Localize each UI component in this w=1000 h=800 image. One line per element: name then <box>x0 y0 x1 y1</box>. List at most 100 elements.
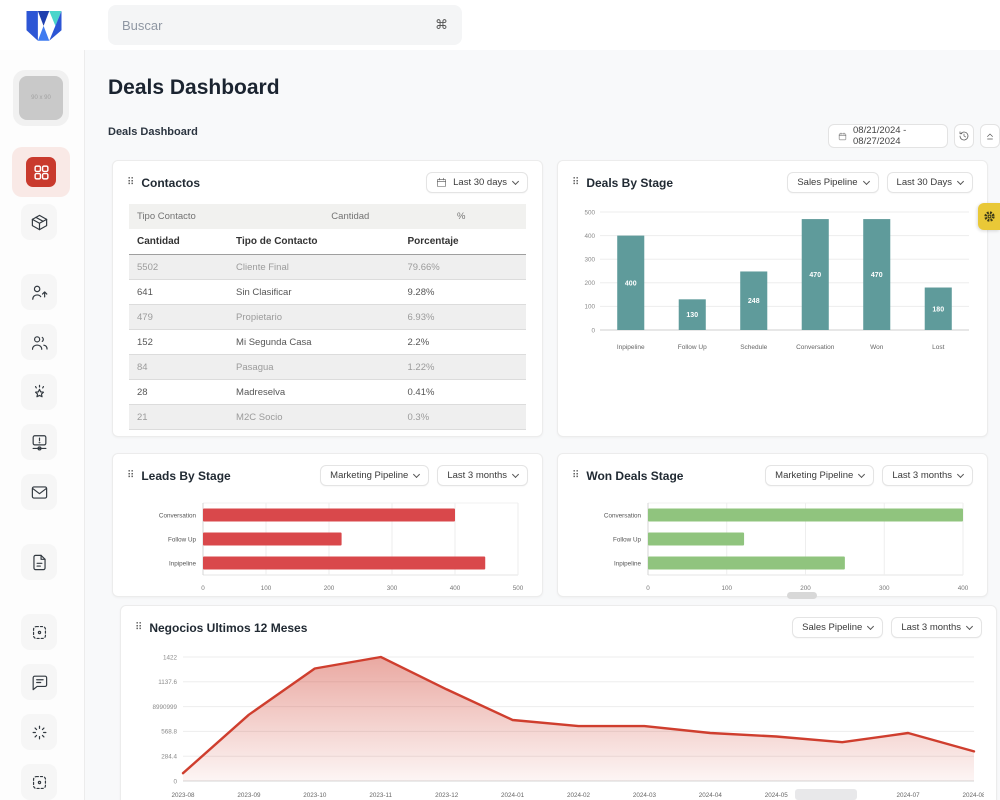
svg-text:2024-07: 2024-07 <box>897 792 921 799</box>
svg-text:470: 470 <box>871 272 883 279</box>
bar-conversation <box>203 509 455 522</box>
svg-text:2023-09: 2023-09 <box>237 792 261 799</box>
dropdown-label: Last 3 months <box>892 470 952 481</box>
panel-title: Deals By Stage <box>586 176 673 190</box>
sidebar-item-user-plus[interactable] <box>21 274 57 310</box>
sidebar-item-document[interactable] <box>21 544 57 580</box>
svg-text:400: 400 <box>584 233 595 240</box>
svg-text:2024-03: 2024-03 <box>633 792 657 799</box>
sidebar-item-scan-focus[interactable] <box>21 614 57 650</box>
settings-edge-button[interactable] <box>978 203 1000 230</box>
collapse-button[interactable] <box>980 124 1000 148</box>
svg-text:Lost: Lost <box>932 344 944 351</box>
deals-pipeline-dropdown[interactable]: Sales Pipeline <box>787 172 878 193</box>
won-period-dropdown[interactable]: Last 3 months <box>882 465 973 486</box>
leads-period-dropdown[interactable]: Last 3 months <box>437 465 528 486</box>
svg-text:2024-04: 2024-04 <box>699 792 723 799</box>
contactos-period-dropdown[interactable]: Last 30 days <box>426 172 528 193</box>
breadcrumb: Deals Dashboard <box>108 126 198 138</box>
date-range-button[interactable]: 08/21/2024 - 08/27/2024 <box>828 124 948 148</box>
drag-handle-icon[interactable]: ⠿ <box>572 178 579 188</box>
dropdown-label: Marketing Pipeline <box>330 470 408 481</box>
svg-text:Schedule: Schedule <box>740 344 767 351</box>
svg-text:248: 248 <box>748 298 760 305</box>
panel-leads-by-stage: ⠿ Leads By Stage Marketing Pipeline Last… <box>112 453 543 597</box>
negocios-period-dropdown[interactable]: Last 3 months <box>891 617 982 638</box>
svg-text:2023-08: 2023-08 <box>171 792 195 799</box>
svg-text:180: 180 <box>932 306 944 313</box>
svg-text:568.8: 568.8 <box>161 729 177 736</box>
scan-focus-icon-2 <box>30 773 49 792</box>
sidebar-item-chat-message[interactable] <box>21 664 57 700</box>
svg-text:1422: 1422 <box>163 654 178 661</box>
sidebar-item-mail[interactable] <box>21 474 57 510</box>
bar-follow-up <box>203 533 342 546</box>
svg-text:400: 400 <box>450 585 461 592</box>
bar-inpipeline <box>203 557 485 570</box>
table-header: CantidadTipo de ContactoPorcentaje <box>129 229 526 255</box>
negocios-line-chart[interactable]: 0284.4568.889909991137.614222023-082023-… <box>135 647 984 800</box>
svg-text:Inpipeline: Inpipeline <box>617 344 645 351</box>
chevron-down-icon <box>863 178 870 185</box>
drag-handle-icon[interactable]: ⠿ <box>572 471 579 481</box>
svg-text:Inpipeline: Inpipeline <box>614 560 641 567</box>
leads-pipeline-dropdown[interactable]: Marketing Pipeline <box>320 465 429 486</box>
deals-period-dropdown[interactable]: Last 30 Days <box>887 172 973 193</box>
drag-handle-icon[interactable]: ⠿ <box>135 623 142 633</box>
svg-text:130: 130 <box>686 312 698 319</box>
svg-text:8990999: 8990999 <box>152 704 177 711</box>
sidebar: 90 x 90 <box>0 50 85 800</box>
bar-inpipeline <box>648 557 845 570</box>
won-deals-stage-chart[interactable]: 0100200300400ConversationFollow UpInpipe… <box>572 495 975 597</box>
svg-text:100: 100 <box>584 304 595 311</box>
chevron-down-icon <box>957 178 964 185</box>
drag-handle-icon[interactable]: ⠿ <box>127 178 134 188</box>
avatar-placeholder: 90 x 90 <box>19 76 63 120</box>
search-box: ⌘ <box>108 5 462 45</box>
contactos-table: Tipo ContactoCantidad%CantidadTipo de Co… <box>129 204 526 430</box>
scrollbar-thumb[interactable] <box>787 592 817 599</box>
svg-text:Follow Up: Follow Up <box>613 536 641 543</box>
sidebar-item-package-box[interactable] <box>21 204 57 240</box>
calendar-icon <box>436 177 447 188</box>
svg-text:400: 400 <box>625 280 637 287</box>
table-row: 641Sin Clasificar9.28% <box>129 280 526 305</box>
dropdown-label: Last 30 Days <box>897 177 952 188</box>
svg-text:Won: Won <box>870 344 884 351</box>
table-row: 28Madreselva0.41% <box>129 380 526 405</box>
won-pipeline-dropdown[interactable]: Marketing Pipeline <box>765 465 874 486</box>
brand-logo[interactable] <box>16 4 72 46</box>
panel-won-deals-stage: ⠿ Won Deals Stage Marketing Pipeline Las… <box>557 453 988 597</box>
dropdown-label: Last 30 days <box>453 177 507 188</box>
svg-text:300: 300 <box>387 585 398 592</box>
table-row: 21M2C Socio0.3% <box>129 405 526 430</box>
dropdown-label: Last 3 months <box>447 470 507 481</box>
svg-text:500: 500 <box>513 585 524 592</box>
chevron-down-icon <box>413 471 420 478</box>
sidebar-item-dashboard-active[interactable] <box>12 147 70 197</box>
panel-title: Won Deals Stage <box>586 469 683 483</box>
chevron-down-icon <box>512 471 519 478</box>
deals-by-stage-chart[interactable]: 0100200300400500400Inpipeline130Follow U… <box>572 202 975 360</box>
drag-handle-icon[interactable]: ⠿ <box>127 471 134 481</box>
history-button[interactable] <box>954 124 974 148</box>
package-box-icon <box>30 213 49 232</box>
svg-text:0: 0 <box>201 585 205 592</box>
users-icon <box>30 333 49 352</box>
leads-by-stage-chart[interactable]: 0100200300400500ConversationFollow UpInp… <box>127 495 530 597</box>
panel-deals-by-stage: ⠿ Deals By Stage Sales Pipeline Last 30 … <box>557 160 988 437</box>
svg-text:2024-08: 2024-08 <box>962 792 984 799</box>
panel-negocios: ⠿ Negocios Ultimos 12 Meses Sales Pipeli… <box>120 605 997 800</box>
negocios-pipeline-dropdown[interactable]: Sales Pipeline <box>792 617 883 638</box>
sidebar-item-users[interactable] <box>21 324 57 360</box>
svg-text:100: 100 <box>721 585 732 592</box>
sidebar-item-sparkles[interactable] <box>21 714 57 750</box>
dropdown-label: Sales Pipeline <box>802 622 862 633</box>
svg-text:2024-01: 2024-01 <box>501 792 525 799</box>
sidebar-item-scan-focus[interactable] <box>21 764 57 800</box>
sidebar-avatar[interactable]: 90 x 90 <box>13 70 69 126</box>
sidebar-item-star-badge[interactable] <box>21 374 57 410</box>
sidebar-item-monitor-share[interactable] <box>21 424 57 460</box>
table-row: 84Pasagua1.22% <box>129 355 526 380</box>
search-input[interactable] <box>122 18 435 33</box>
